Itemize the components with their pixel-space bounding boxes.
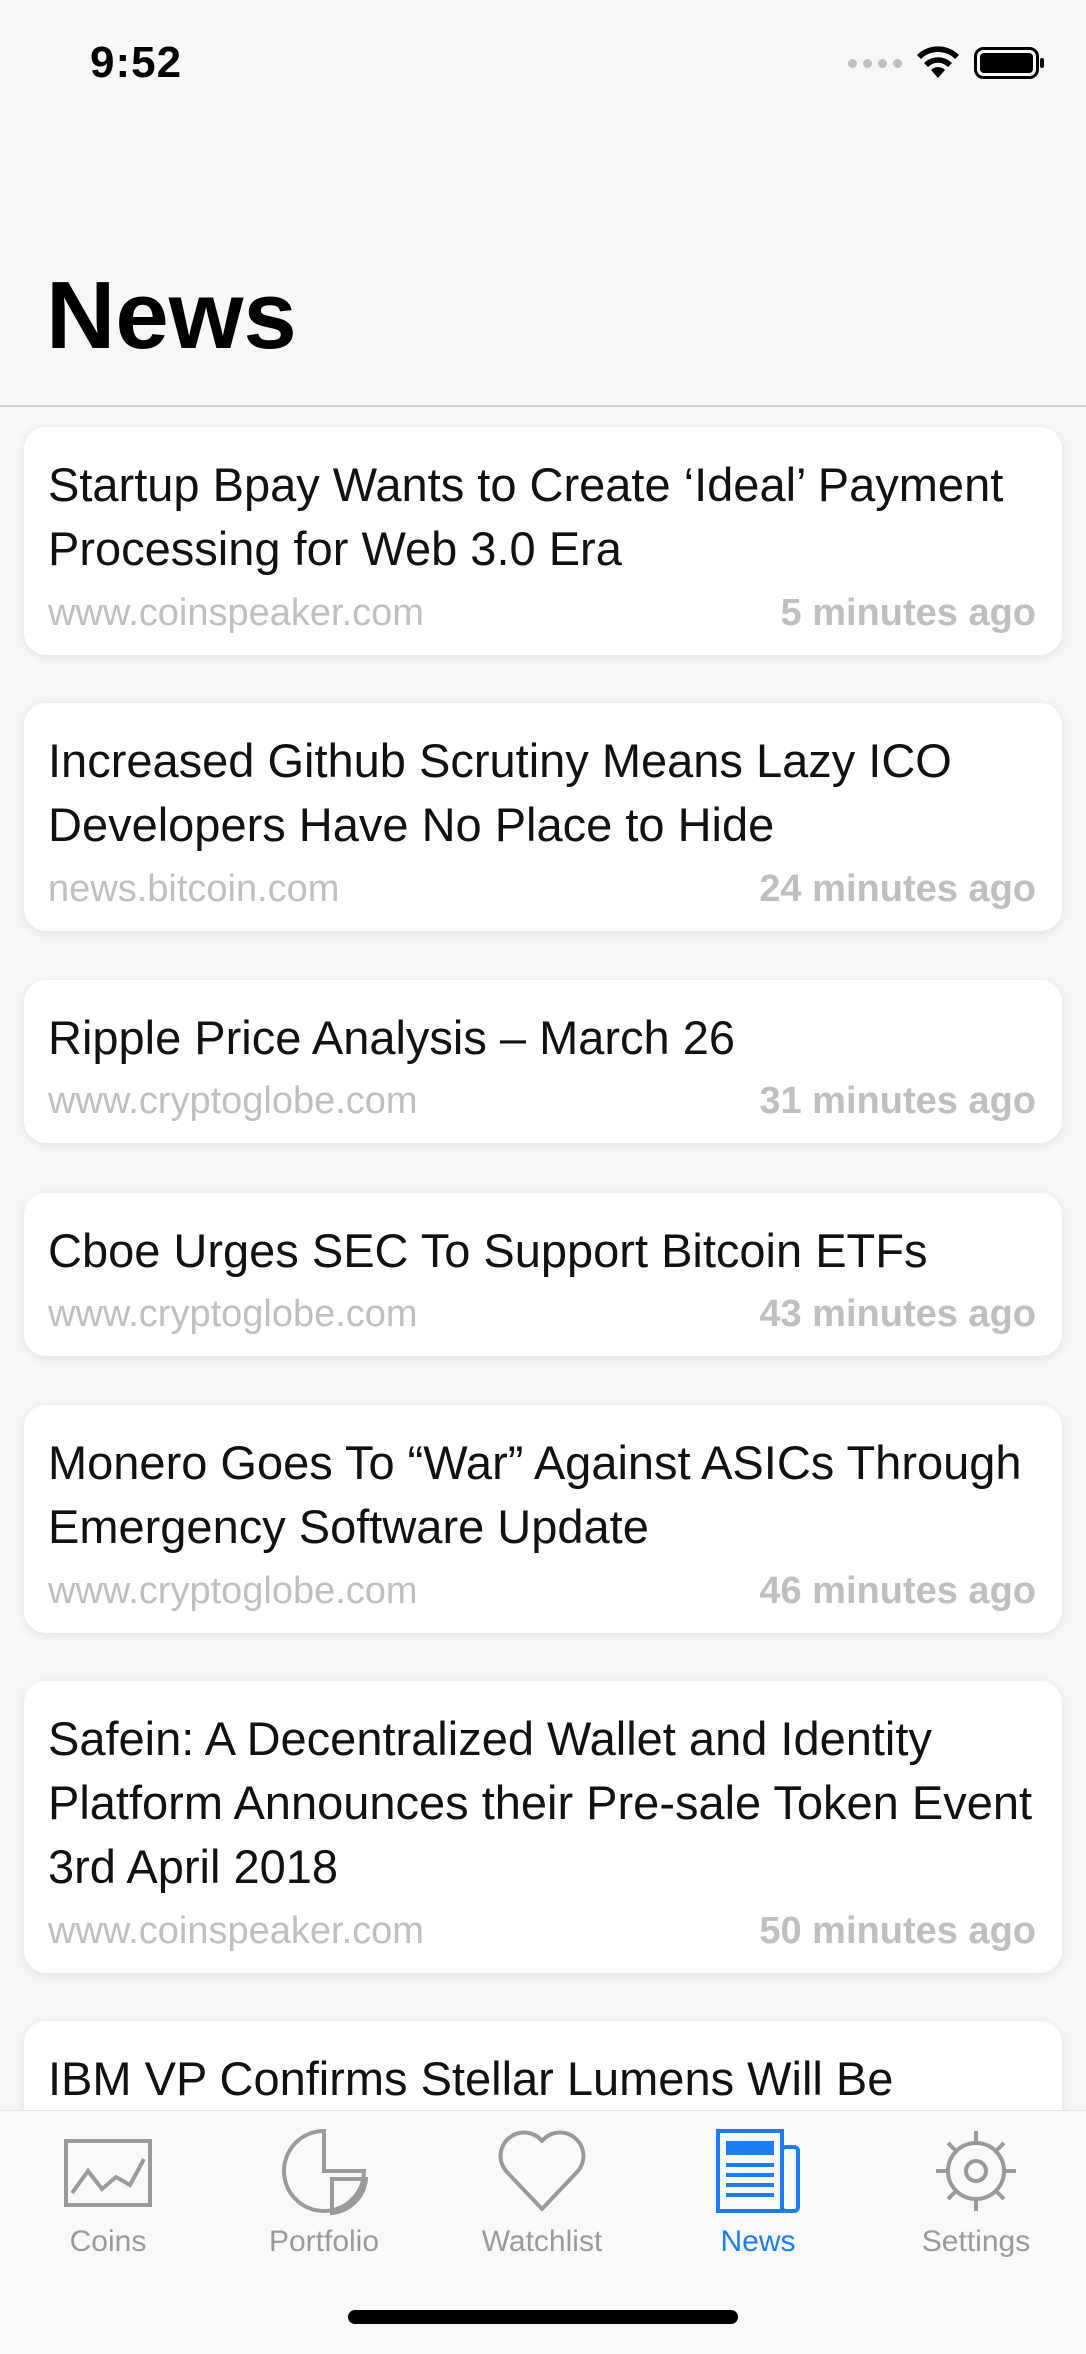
tab-label: Settings: [921, 2225, 1031, 2258]
news-card[interactable]: Safein: A Decentralized Wallet and Ident…: [24, 1681, 1062, 1973]
news-time: 24 minutes ago: [759, 868, 1036, 910]
tab-label: Watchlist: [481, 2225, 603, 2258]
tab-settings[interactable]: Settings: [876, 2123, 1076, 2273]
news-headline: Safein: A Decentralized Wallet and Ident…: [48, 1712, 1033, 1893]
news-card[interactable]: IBM VP Confirms Stellar Lumens Will Be: [24, 2021, 1062, 2110]
gear-icon: [936, 2131, 1016, 2211]
news-source: www.coinspeaker.com: [48, 1910, 424, 1952]
news-headline: Ripple Price Analysis – March 26: [48, 1011, 736, 1064]
status-time: 9:52: [90, 38, 183, 87]
news-time: 43 minutes ago: [759, 1293, 1036, 1335]
news-headline: Increased Github Scrutiny Means Lazy ICO…: [48, 734, 952, 851]
news-time: 31 minutes ago: [759, 1080, 1036, 1122]
chart-icon: [64, 2139, 152, 2207]
news-time: 46 minutes ago: [759, 1570, 1036, 1612]
tab-portfolio[interactable]: Portfolio: [224, 2123, 424, 2273]
news-list[interactable]: Startup Bpay Wants to Create ‘Ideal’ Pay…: [0, 407, 1086, 2110]
news-source: www.coinspeaker.com: [48, 592, 424, 634]
page-title: News: [46, 262, 297, 369]
news-headline: Startup Bpay Wants to Create ‘Ideal’ Pay…: [48, 458, 1004, 575]
status-indicators: [848, 46, 1046, 80]
news-headline: IBM VP Confirms Stellar Lumens Will Be: [48, 2052, 894, 2105]
news-card[interactable]: Increased Github Scrutiny Means Lazy ICO…: [24, 703, 1062, 931]
tab-coins[interactable]: Coins: [8, 2123, 208, 2273]
newspaper-icon: [716, 2129, 800, 2213]
home-indicator[interactable]: [348, 2310, 738, 2324]
news-source: www.cryptoglobe.com: [48, 1570, 418, 1612]
pie-chart-icon: [282, 2128, 369, 2216]
news-source: news.bitcoin.com: [48, 868, 340, 910]
status-bar: 9:52: [0, 0, 1086, 130]
tab-label: Coins: [69, 2225, 147, 2258]
news-card[interactable]: Monero Goes To “War” Against ASICs Throu…: [24, 1405, 1062, 1633]
news-card[interactable]: Cboe Urges SEC To Support Bitcoin ETFs w…: [24, 1193, 1062, 1356]
news-headline: Monero Goes To “War” Against ASICs Throu…: [48, 1436, 1022, 1553]
news-time: 50 minutes ago: [759, 1910, 1036, 1952]
tab-label: News: [720, 2225, 796, 2258]
battery-icon: [974, 47, 1044, 79]
news-source: www.cryptoglobe.com: [48, 1080, 418, 1122]
news-source: www.cryptoglobe.com: [48, 1293, 418, 1335]
news-card[interactable]: Startup Bpay Wants to Create ‘Ideal’ Pay…: [24, 427, 1062, 655]
news-card[interactable]: Ripple Price Analysis – March 26 www.cry…: [24, 980, 1062, 1143]
tab-label: Portfolio: [268, 2225, 380, 2258]
heart-icon: [498, 2130, 586, 2211]
news-headline: Cboe Urges SEC To Support Bitcoin ETFs: [48, 1224, 928, 1277]
tab-news[interactable]: News: [658, 2123, 858, 2273]
tab-watchlist[interactable]: Watchlist: [442, 2123, 642, 2273]
wifi-icon: [917, 46, 959, 78]
news-time: 5 minutes ago: [780, 592, 1037, 634]
cellular-signal-icon: [848, 58, 902, 68]
